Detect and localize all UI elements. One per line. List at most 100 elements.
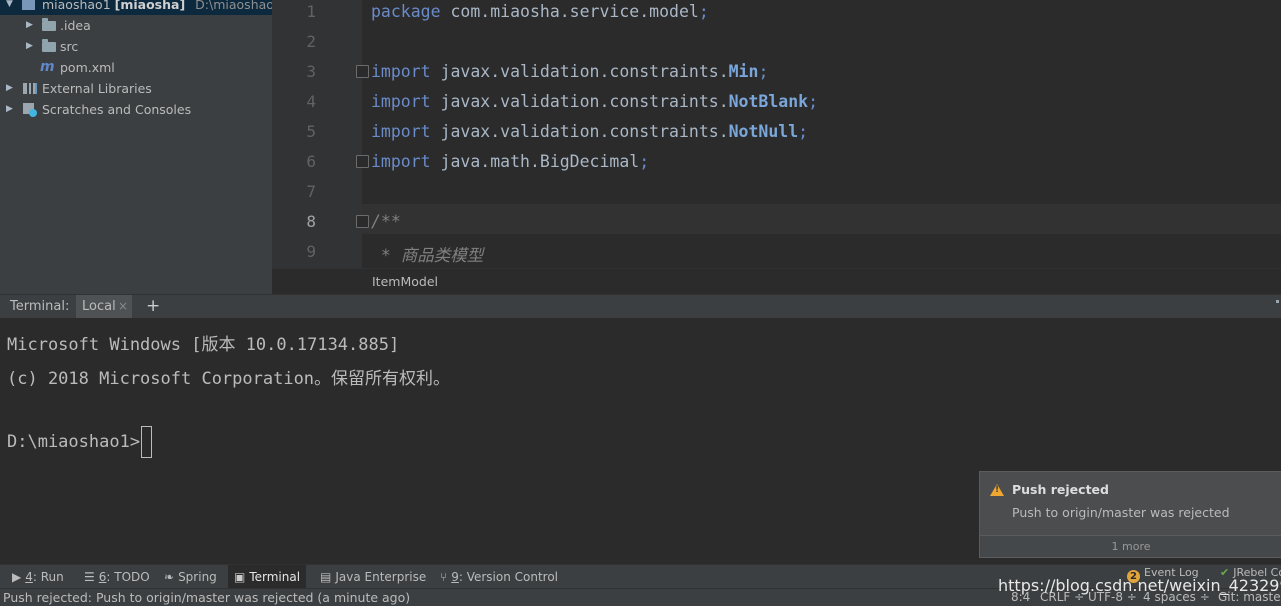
caret-line-highlight — [272, 204, 1281, 234]
module-icon — [22, 0, 35, 10]
tree-item-label: src — [60, 39, 79, 54]
code-text: com.miaosha.service.model — [440, 2, 699, 21]
code-line-1: package com.miaosha.service.model; — [371, 2, 709, 21]
line-number: 2 — [306, 32, 316, 51]
tool-label: : Version Control — [458, 570, 559, 584]
chevron-right-icon[interactable]: ▶ — [26, 36, 33, 57]
java-enterprise-icon: ▤ — [320, 570, 332, 584]
maven-icon: m — [40, 59, 55, 75]
play-icon: ▶ — [12, 570, 22, 584]
keyword: import — [371, 152, 431, 171]
line-number: 4 — [306, 92, 316, 111]
line-number-current: 8 — [306, 212, 316, 231]
tree-item-label: .idea — [60, 18, 91, 33]
semicolon: ; — [758, 62, 769, 81]
keyword: package — [371, 2, 441, 21]
tool-todo[interactable]: ☰ 6: TODO — [84, 565, 150, 589]
settings-icon[interactable] — [1276, 300, 1279, 303]
clock-icon — [29, 109, 37, 117]
tool-label: Terminal — [249, 570, 301, 584]
tool-version-control[interactable]: ⑂ 9: Version Control — [440, 565, 558, 589]
semicolon: ; — [808, 92, 819, 111]
status-message[interactable]: Push rejected: Push to origin/master was… — [3, 590, 410, 605]
prompt-text: D:\miaoshao1> — [7, 432, 141, 452]
tree-item-root[interactable]: ▼ miaoshao1 [miaosha] D:\miaoshao1 — [0, 0, 282, 15]
chevron-down-icon[interactable]: ▼ — [6, 0, 13, 15]
folder-icon — [42, 18, 56, 31]
chevron-right-icon[interactable]: ▶ — [26, 15, 33, 36]
tool-java-enterprise[interactable]: ▤ Java Enterprise — [320, 565, 426, 589]
code-text: java.math.BigDecimal — [430, 152, 640, 171]
tree-item-label: pom.xml — [60, 60, 115, 75]
add-tab-icon[interactable]: + — [146, 296, 160, 316]
tool-key: 9 — [451, 570, 459, 584]
line-number: 1 — [306, 2, 316, 21]
semicolon: ; — [698, 2, 709, 21]
library-icon — [23, 83, 37, 94]
class-name: Min — [728, 62, 759, 81]
spring-leaf-icon: ❧ — [164, 570, 175, 584]
chevron-right-icon[interactable]: ▶ — [6, 99, 13, 120]
branch-icon: ⑂ — [440, 570, 448, 584]
line-number: 3 — [306, 62, 316, 81]
code-editor[interactable]: 1 2 3 4 5 6 7 8 9 package com.miaosha.se… — [272, 0, 1281, 268]
tool-spring[interactable]: ❧ Spring — [164, 565, 217, 589]
notification-more-bar[interactable]: 1 more — [980, 535, 1281, 557]
folder-icon — [42, 39, 56, 52]
terminal-prompt[interactable]: D:\miaoshao1> — [7, 426, 153, 458]
fold-marker-icon[interactable] — [356, 65, 369, 78]
tool-label: Java Enterprise — [335, 570, 427, 584]
code-line-4: import javax.validation.constraints.NotB… — [371, 92, 818, 111]
tool-label: Spring — [178, 570, 217, 584]
tool-label: : TODO — [106, 570, 150, 584]
keyword: import — [371, 62, 431, 81]
terminal-cursor — [141, 426, 153, 458]
terminal-line: (c) 2018 Microsoft Corporation。保留所有权利。 — [7, 369, 451, 389]
tool-run[interactable]: ▶ 4: Run — [12, 565, 64, 589]
keyword: import — [371, 122, 431, 141]
fold-marker-icon[interactable] — [356, 215, 369, 228]
notification-title: Push rejected — [1012, 482, 1109, 497]
more-link[interactable]: 1 more — [980, 540, 1281, 553]
notification-message: Push to origin/master was rejected — [1012, 505, 1230, 520]
list-icon: ☰ — [84, 570, 95, 584]
code-line-6: import java.math.BigDecimal; — [371, 152, 649, 171]
tree-item-src[interactable]: ▶ src — [0, 36, 272, 57]
code-line-9: * 商品类模型 — [371, 246, 484, 265]
code-text: javax.validation.constraints. — [430, 92, 729, 111]
close-icon[interactable]: × — [118, 299, 128, 313]
tool-label: : Run — [32, 570, 64, 584]
terminal-icon: ▣ — [234, 570, 246, 584]
fold-marker-icon[interactable] — [356, 155, 369, 168]
chevron-right-icon[interactable]: ▶ — [6, 78, 13, 99]
warning-icon — [990, 484, 1004, 496]
project-tree: ▼ miaoshao1 [miaosha] D:\miaoshao1 ▶ .id… — [0, 0, 282, 294]
notification-balloon[interactable]: Push rejected Push to origin/master was … — [979, 471, 1281, 558]
watermark-text: https://blog.csdn.net/weixin_42329970 — [998, 576, 1281, 595]
root-name: miaoshao1 — [42, 0, 111, 12]
code-line-5: import javax.validation.constraints.NotN… — [371, 122, 808, 141]
tab-local-label[interactable]: Local — [82, 299, 116, 314]
semicolon: ; — [798, 122, 809, 141]
class-name: NotNull — [728, 122, 799, 141]
root-module: [miaosha] — [114, 0, 186, 12]
tree-item-label: External Libraries — [42, 81, 152, 96]
tree-item-label: Scratches and Consoles — [42, 102, 192, 117]
code-line-3: import javax.validation.constraints.Min; — [371, 62, 768, 81]
keyword: import — [371, 92, 431, 111]
tree-item-pom[interactable]: m pom.xml — [0, 57, 272, 78]
tool-key: 4 — [25, 570, 33, 584]
tree-item-idea[interactable]: ▶ .idea — [0, 15, 272, 36]
terminal-label: Terminal: — [10, 299, 70, 314]
line-number: 6 — [306, 152, 316, 171]
breadcrumb-item[interactable]: ItemModel — [372, 274, 438, 289]
tree-item-external-libraries[interactable]: ▶ External Libraries — [0, 78, 272, 99]
semicolon: ; — [639, 152, 650, 171]
line-number: 9 — [306, 242, 316, 261]
class-name: NotBlank — [728, 92, 809, 111]
editor-breadcrumb[interactable]: ItemModel — [272, 268, 1281, 295]
tool-terminal[interactable]: ▣ Terminal — [228, 565, 307, 589]
code-text: javax.validation.constraints. — [430, 122, 729, 141]
code-line-8: /** — [371, 212, 401, 231]
tree-item-scratches[interactable]: ▶ Scratches and Consoles — [0, 99, 272, 120]
